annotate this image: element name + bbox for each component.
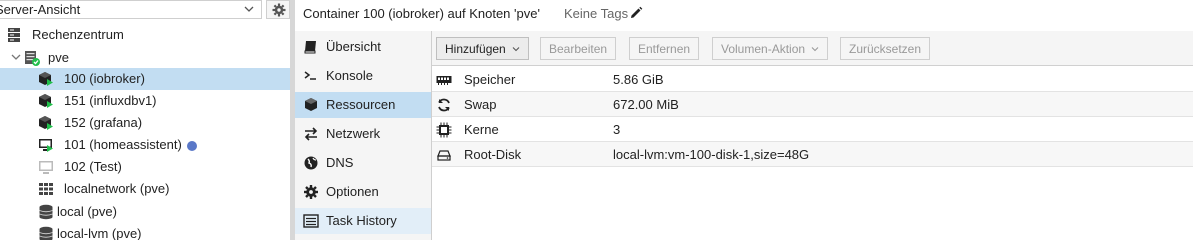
terminal-icon (304, 71, 316, 80)
container-running-icon (39, 116, 53, 130)
book-icon (304, 41, 316, 54)
nav-item-overview[interactable]: Übersicht (295, 34, 431, 60)
resource-key: Kerne (464, 122, 499, 137)
datacenter-icon (8, 28, 20, 42)
tree-item-datacenter[interactable]: Rechenzentrum (0, 24, 290, 46)
network-grid-icon (39, 183, 53, 195)
grid-row-root-disk[interactable]: Root-Disk local-lvm:vm-100-disk-1,size=4… (432, 142, 1193, 167)
tree-item-vm-102[interactable]: 102 (Test) (0, 156, 290, 178)
volume-action-button[interactable]: Volumen-Aktion (712, 37, 829, 60)
resources-grid: Speicher 5.86 GiB Swap 672.00 MiB Kerne … (432, 67, 1193, 167)
page-title: Container 100 (iobroker) auf Knoten 'pve… (303, 6, 540, 21)
tree-item-label: Rechenzentrum (32, 27, 124, 42)
tree-settings-button[interactable] (266, 0, 290, 19)
memory-icon (436, 76, 452, 85)
resource-key: Root-Disk (464, 147, 522, 162)
tree-item-ct-100[interactable]: 100 (iobroker) (0, 68, 290, 90)
resources-panel: Hinzufügen Bearbeiten Entfernen Volumen-… (432, 31, 1193, 240)
cube-icon (305, 98, 317, 111)
resource-value: 672.00 MiB (613, 97, 679, 112)
volume-action-button-label: Volumen-Aktion (721, 42, 806, 56)
container-running-icon (39, 72, 53, 86)
resource-value: local-lvm:vm-100-disk-1,size=48G (613, 147, 810, 162)
resources-toolbar: Hinzufügen Bearbeiten Entfernen Volumen-… (432, 31, 1193, 66)
storage-icon (39, 204, 53, 220)
edit-button[interactable]: Bearbeiten (540, 37, 617, 60)
status-dot-icon (187, 141, 197, 151)
nav-item-label: Optionen (326, 184, 379, 199)
nav-item-dns[interactable]: DNS (295, 150, 431, 176)
nav-item-network[interactable]: Netzwerk (295, 121, 431, 147)
edit-button-label: Bearbeiten (549, 42, 608, 56)
tree-item-label: pve (48, 50, 69, 65)
resource-value: 3 (613, 122, 621, 137)
config-nav: Übersicht Konsole Ressourcen Netzwerk DN… (295, 31, 432, 240)
exchange-icon (304, 127, 318, 141)
list-icon (303, 214, 319, 228)
add-button-label: Hinzufügen (445, 42, 506, 56)
chevron-down-icon[interactable] (10, 51, 22, 63)
chevron-down-icon (811, 47, 819, 52)
storage-icon (39, 226, 53, 240)
tree-item-ct-151[interactable]: 151 (influxdbv1) (0, 90, 290, 112)
tree-item-storage-local[interactable]: local (pve) (0, 201, 290, 223)
nav-item-options[interactable]: Optionen (295, 179, 431, 205)
node-online-icon (25, 51, 40, 66)
tree-item-label: 101 (homeassistent) (64, 137, 182, 152)
app-root: Server-Ansicht Rechenzentrum pve 100 (io… (0, 0, 1193, 240)
tree-item-storage-local-lvm[interactable]: local-lvm (pve) (0, 223, 290, 240)
vm-running-icon (39, 139, 53, 152)
vm-stopped-icon (39, 161, 53, 174)
tree-item-label: localnetwork (pve) (64, 181, 170, 196)
hdd-icon (437, 150, 451, 161)
pencil-icon[interactable] (629, 6, 643, 20)
grid-row-swap[interactable]: Swap 672.00 MiB (432, 92, 1193, 117)
gear-icon (304, 185, 318, 199)
cpu-icon (436, 122, 452, 138)
tree-item-vm-101[interactable]: 101 (homeassistent) (0, 134, 290, 156)
tags-label[interactable]: Keine Tags (564, 6, 628, 21)
detail-panel: Container 100 (iobroker) auf Knoten 'pve… (295, 0, 1193, 240)
tree-item-label: local-lvm (pve) (57, 226, 142, 240)
chevron-down-icon (512, 47, 520, 52)
tree-item-label: local (pve) (57, 204, 117, 219)
revert-button[interactable]: Zurücksetzen (840, 37, 931, 60)
resource-value: 5.86 GiB (613, 72, 664, 87)
nav-item-label: Netzwerk (326, 126, 381, 141)
resource-key: Swap (464, 97, 497, 112)
tree-item-label: 100 (iobroker) (64, 71, 145, 86)
tree-item-localnetwork[interactable]: localnetwork (pve) (0, 178, 290, 200)
detail-header: Container 100 (iobroker) auf Knoten 'pve… (295, 0, 1193, 28)
resource-key: Speicher (464, 72, 516, 87)
nav-item-console[interactable]: Konsole (295, 63, 431, 89)
tree-item-label: 152 (grafana) (64, 115, 143, 130)
view-selector[interactable]: Server-Ansicht (0, 0, 262, 19)
nav-item-label: DNS (326, 155, 354, 170)
view-selector-value: Server-Ansicht (0, 2, 81, 17)
remove-button-label: Entfernen (638, 42, 691, 56)
tree-item-label: 102 (Test) (64, 159, 122, 174)
container-running-icon (39, 94, 53, 108)
nav-item-task-history[interactable]: Task History (295, 208, 431, 234)
chevron-down-icon (244, 6, 254, 12)
tree-item-node-pve[interactable]: pve (0, 47, 290, 69)
tree-item-label: 151 (influxdbv1) (64, 93, 157, 108)
revert-button-label: Zurücksetzen (849, 42, 922, 56)
globe-icon (304, 156, 318, 170)
nav-item-label: Ressourcen (326, 97, 396, 112)
resource-tree-panel: Server-Ansicht Rechenzentrum pve 100 (io… (0, 0, 290, 240)
gear-icon (272, 3, 286, 17)
grid-row-cores[interactable]: Kerne 3 (432, 117, 1193, 142)
remove-button[interactable]: Entfernen (629, 37, 700, 60)
nav-item-label: Task History (326, 213, 397, 228)
tree-item-ct-152[interactable]: 152 (grafana) (0, 112, 290, 134)
refresh-icon (438, 98, 450, 112)
nav-item-label: Konsole (326, 68, 373, 83)
add-button[interactable]: Hinzufügen (436, 37, 529, 60)
nav-item-resources[interactable]: Ressourcen (295, 92, 431, 118)
grid-row-memory[interactable]: Speicher 5.86 GiB (432, 67, 1193, 92)
nav-item-label: Übersicht (326, 39, 381, 54)
